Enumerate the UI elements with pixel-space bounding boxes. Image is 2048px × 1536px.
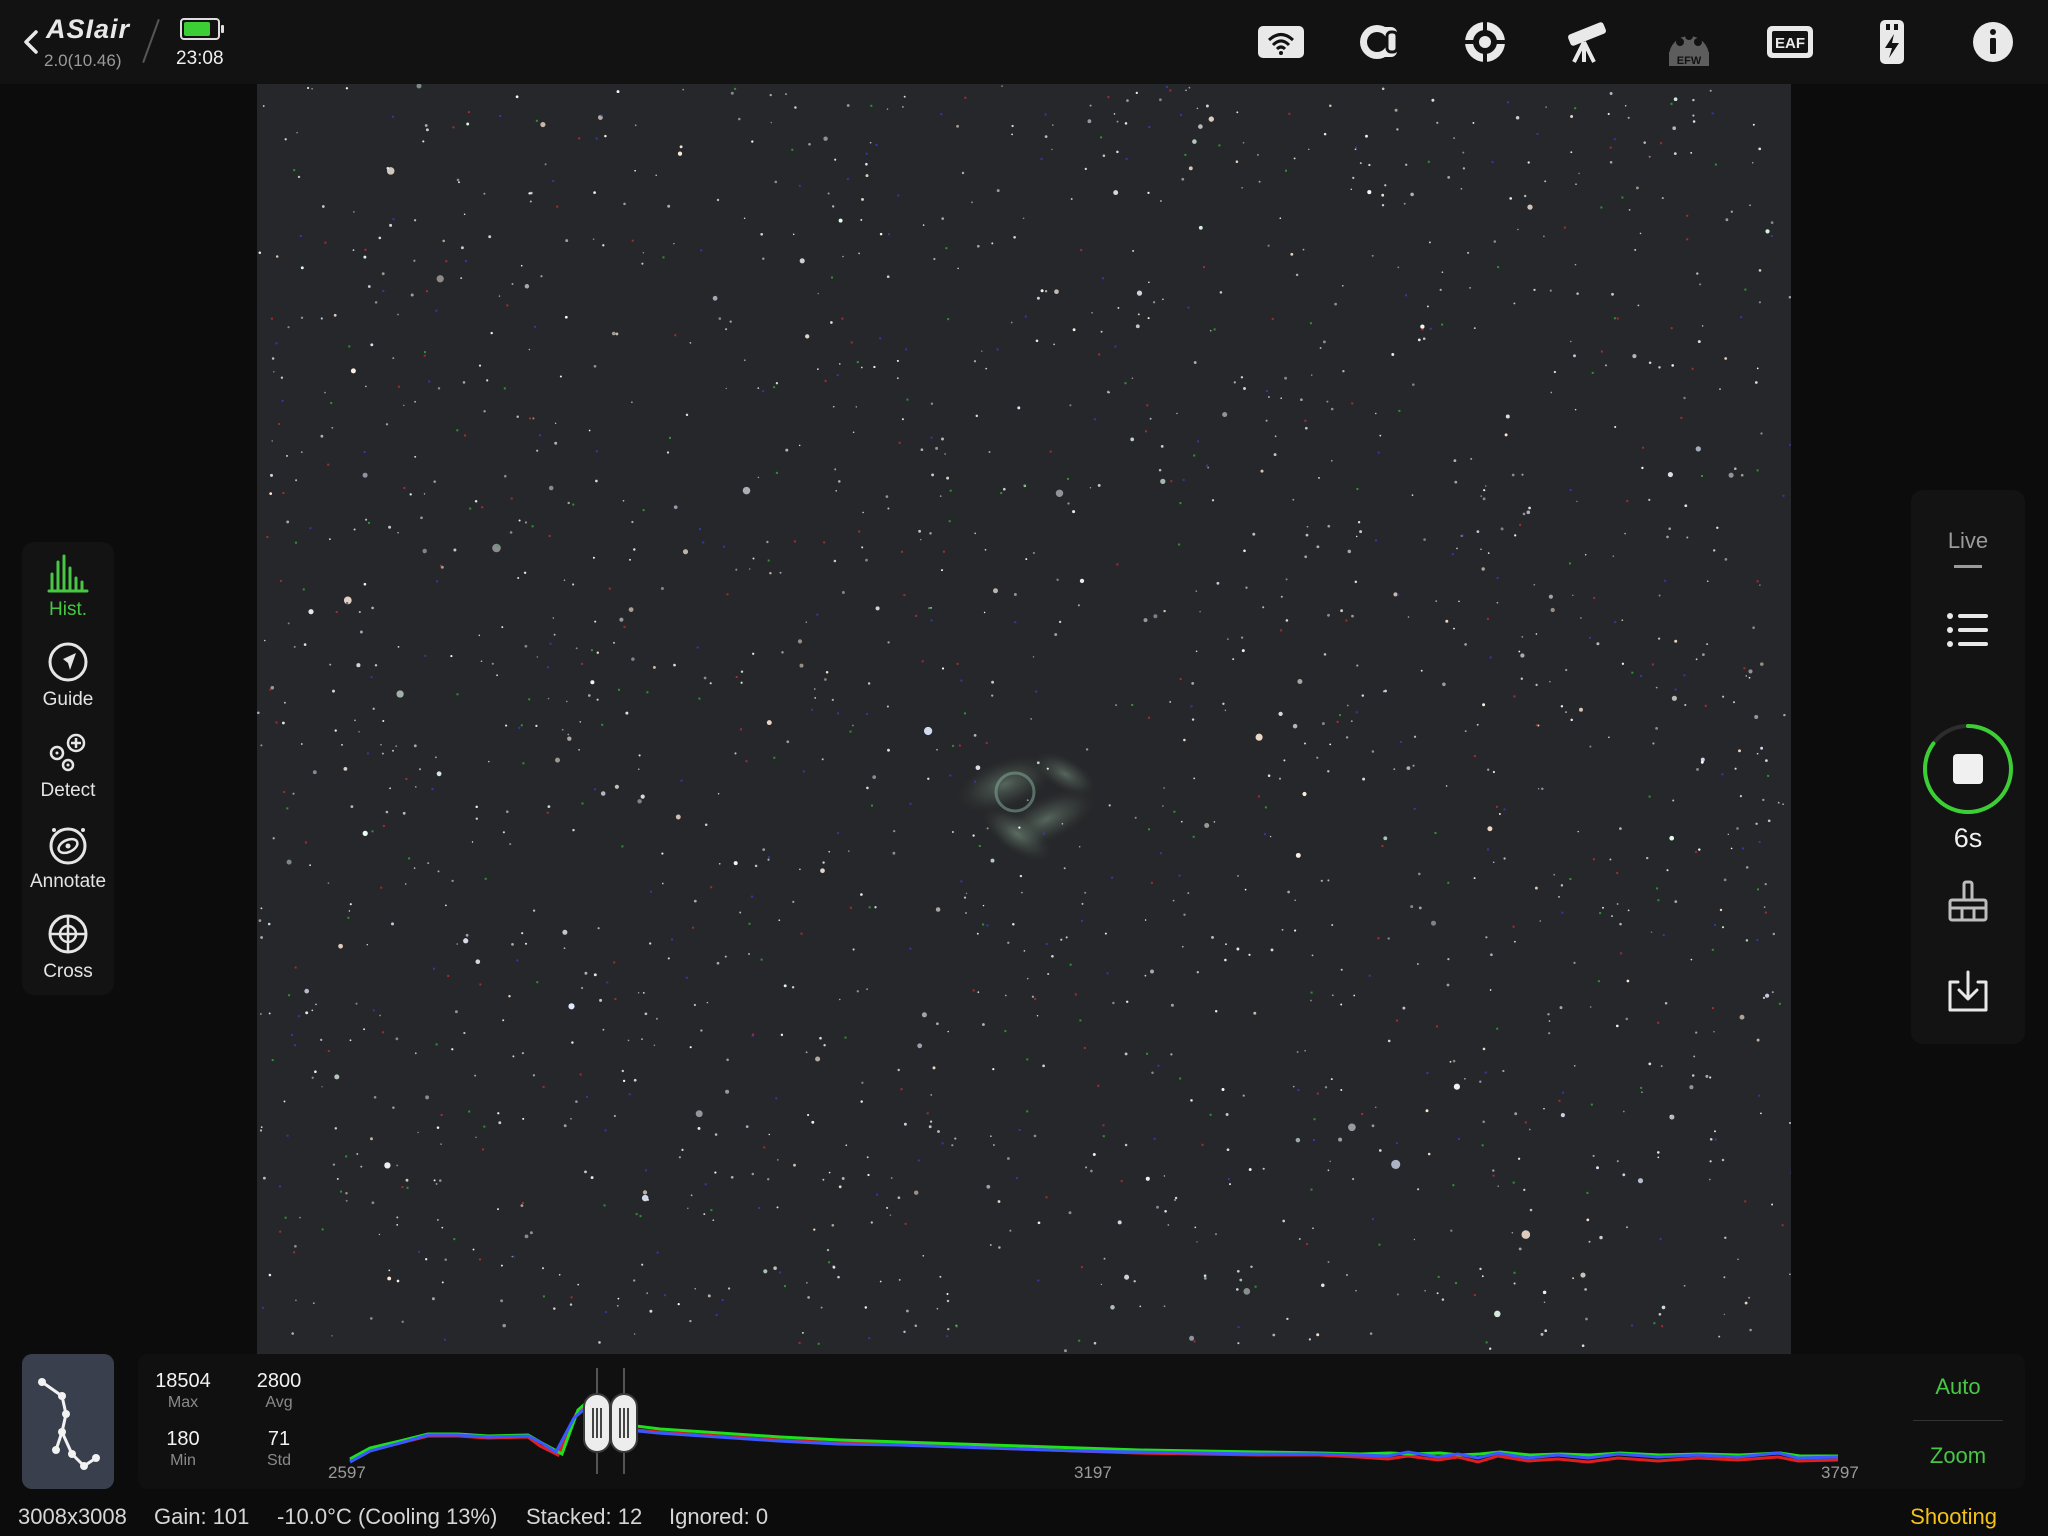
stacked-count: Stacked: 12 (526, 1504, 643, 1529)
tool-detect[interactable]: Detect (22, 723, 114, 809)
nebula (957, 752, 1096, 862)
stop-button[interactable] (1921, 722, 2015, 816)
telescope-icon[interactable] (1560, 16, 1612, 68)
header-divider (142, 19, 160, 63)
info-icon[interactable] (1967, 16, 2019, 68)
detect-stars-icon (49, 733, 86, 772)
tool-hist[interactable]: Hist. (22, 542, 114, 628)
tool-cross-label: Cross (43, 961, 93, 982)
wifi-icon[interactable] (1255, 16, 1307, 68)
status-bar: 3008x3008 Gain: 101 -10.0°C (Cooling 13%… (0, 1496, 2048, 1536)
tool-panel: Hist. Guide Detect Annotate Cross (22, 542, 114, 995)
tool-hist-label: Hist. (49, 599, 87, 620)
constellation-icon (38, 1378, 100, 1470)
guide-icon (48, 642, 88, 682)
crosshair-icon (48, 914, 88, 954)
exposure-time[interactable]: 6s (1911, 823, 2025, 854)
tool-guide[interactable]: Guide (22, 632, 114, 718)
efw-icon[interactable]: EFW (1663, 16, 1715, 68)
white-point-slider[interactable] (610, 1393, 638, 1453)
live-mode-indicator (1954, 565, 1982, 568)
battery-icon (180, 18, 224, 40)
constellation-minimap[interactable] (22, 1354, 114, 1489)
clock-time: 23:08 (176, 48, 224, 69)
stop-icon (1953, 754, 1983, 784)
histogram-button-divider (1913, 1420, 2003, 1421)
camera-icon[interactable] (1356, 16, 1408, 68)
temperature-text: -10.0°C (Cooling 13%) (277, 1504, 498, 1529)
auto-stretch-button[interactable]: Auto (1893, 1374, 2023, 1400)
capture-panel: Live 6s (1911, 490, 2025, 1044)
star-field (257, 84, 1791, 1353)
gain-text: Gain: 101 (154, 1504, 250, 1529)
axis-label-mid: 3197 (1074, 1463, 1112, 1482)
tool-detect-label: Detect (40, 780, 96, 801)
svg-text:EFW: EFW (1677, 55, 1702, 67)
top-bar: ASIair 2.0(10.46) 23:08 EFW EAF (0, 0, 2048, 84)
axis-label-max: 3797 (1821, 1463, 1859, 1482)
tool-cross[interactable]: Cross (22, 904, 114, 990)
zoom-button[interactable]: Zoom (1893, 1443, 2023, 1469)
histogram-panel: 18504 Max 2800 Avg 180 Min 71 Std 2597 3… (138, 1354, 2025, 1489)
app-version: 2.0(10.46) (44, 51, 122, 70)
power-icon[interactable] (1866, 16, 1918, 68)
tool-annotate[interactable]: Annotate (22, 814, 114, 900)
list-icon[interactable] (1944, 608, 1992, 652)
histogram-graph[interactable] (138, 1354, 1888, 1489)
back-chevron-icon[interactable] (18, 22, 44, 62)
save-download-icon[interactable] (1944, 968, 1992, 1016)
guide-scope-icon[interactable] (1459, 16, 1511, 68)
app-logo: ASIair (46, 14, 131, 44)
sky-preview-image[interactable] (257, 84, 1791, 1354)
annotate-galaxy-icon (49, 827, 87, 865)
histogram-icon (47, 554, 89, 593)
ignored-count: Ignored: 0 (669, 1504, 769, 1529)
resolution-text: 3008x3008 (18, 1504, 127, 1529)
live-mode-toggle[interactable]: Live (1911, 528, 2025, 554)
histogram-blue-curve (349, 1403, 1839, 1464)
svg-text:EAF: EAF (1775, 35, 1805, 52)
clear-stack-icon[interactable] (1944, 878, 1992, 924)
shooting-status: Shooting (1910, 1504, 1997, 1529)
tool-guide-label: Guide (42, 689, 94, 710)
axis-label-min: 2597 (328, 1463, 366, 1482)
eaf-icon[interactable]: EAF (1764, 16, 1816, 68)
tool-annotate-label: Annotate (29, 871, 107, 892)
black-point-slider[interactable] (583, 1393, 611, 1453)
